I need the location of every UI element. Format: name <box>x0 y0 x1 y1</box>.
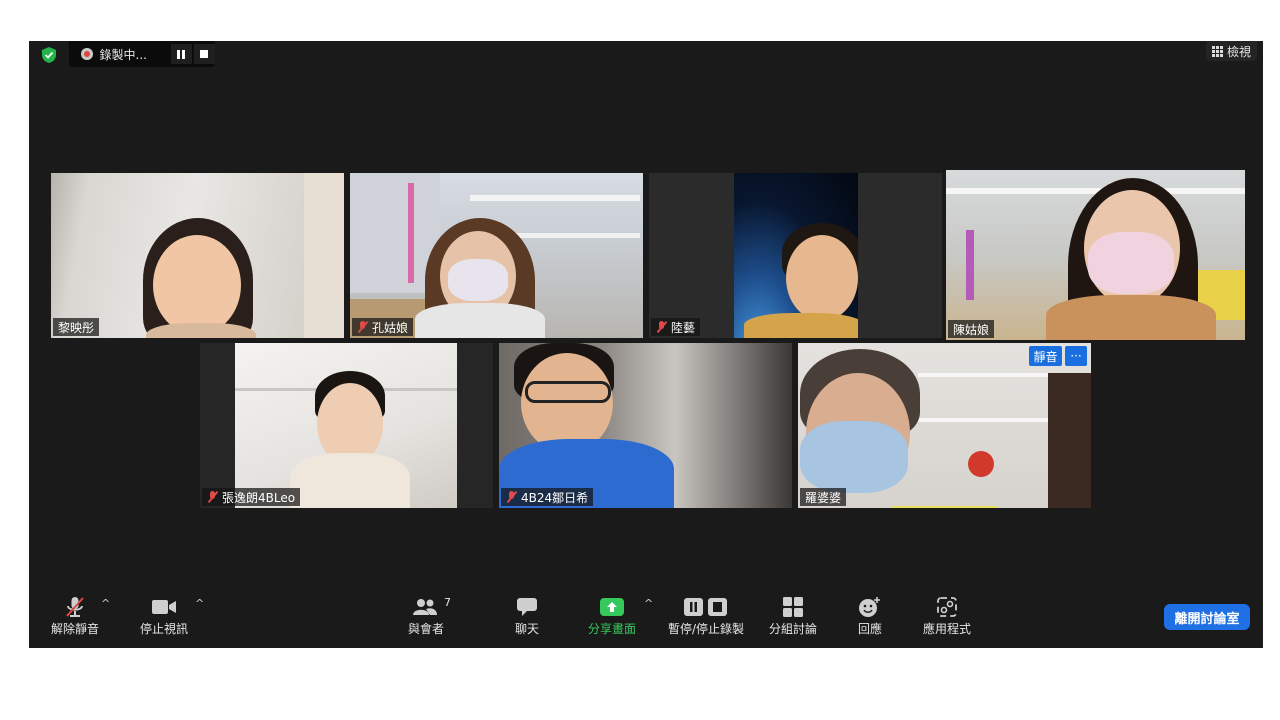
breakout-rooms-button[interactable]: 分組討論 <box>769 594 817 637</box>
apps-label: 應用程式 <box>923 622 972 636</box>
participants-button[interactable]: 7 與會者 <box>408 594 451 637</box>
pause-stop-recording-label: 暫停/停止錄製 <box>668 622 745 636</box>
breakout-rooms-label: 分組討論 <box>769 622 818 636</box>
mic-muted-icon <box>656 321 667 333</box>
share-screen-label: 分享畫面 <box>588 622 637 636</box>
zoom-meeting-window: 錄製中... 檢視 黎映彤 孔姑娘 陸藝 陳姑娘 張逸朗4BLeo 4B24鄒日… <box>29 41 1263 648</box>
view-label: 檢視 <box>1226 44 1251 59</box>
participant-name: 4B24鄒日希 <box>521 490 589 505</box>
video-tile-participant-6[interactable]: 4B24鄒日希 <box>499 343 792 508</box>
participant-name: 張逸朗4BLeo <box>222 490 296 505</box>
mute-participant-button[interactable]: 靜音 <box>1029 346 1062 366</box>
participant-video <box>51 173 344 338</box>
share-options-caret-icon[interactable]: ^ <box>644 597 653 610</box>
mic-muted-icon <box>357 321 368 333</box>
chat-bubble-icon <box>516 594 538 620</box>
unmute-label: 解除靜音 <box>51 622 100 636</box>
participant-video <box>499 343 792 508</box>
participant-video <box>798 343 1091 508</box>
video-tile-participant-3[interactable]: 陸藝 <box>649 173 942 338</box>
participant-name-tag: 黎映彤 <box>53 318 100 336</box>
participant-video <box>734 173 858 338</box>
stop-recording-icon[interactable] <box>193 44 215 64</box>
participant-name-tag: 羅婆婆 <box>800 488 847 506</box>
participant-video <box>946 170 1245 340</box>
video-tile-participant-7[interactable]: 靜音 ··· 羅婆婆 <box>798 343 1091 508</box>
participant-name-tag: 張逸朗4BLeo <box>202 488 301 506</box>
stop-video-button[interactable]: 停止視訊 <box>140 594 188 637</box>
participant-name-tag: 陸藝 <box>651 318 701 336</box>
audio-options-caret-icon[interactable]: ^ <box>101 597 110 610</box>
smiley-icon <box>858 594 882 620</box>
video-camera-icon <box>151 594 177 620</box>
participants-label: 與會者 <box>408 622 445 636</box>
participant-video <box>350 173 643 338</box>
video-tile-participant-2[interactable]: 孔姑娘 <box>350 173 643 338</box>
participant-name: 陸藝 <box>671 320 696 335</box>
pause-stop-recording-button[interactable]: 暫停/停止錄製 <box>668 594 744 637</box>
leave-breakout-room-button[interactable]: 離開討論室 <box>1164 604 1250 630</box>
reactions-button[interactable]: 回應 <box>858 594 882 637</box>
chat-label: 聊天 <box>515 622 540 636</box>
mic-muted-icon <box>207 491 218 503</box>
share-screen-button[interactable]: 分享畫面 <box>588 594 636 637</box>
participant-name: 孔姑娘 <box>372 320 409 335</box>
recording-label: 錄製中... <box>99 47 147 62</box>
participant-video <box>235 343 457 508</box>
mic-muted-icon <box>63 594 87 620</box>
breakout-rooms-icon <box>782 594 804 620</box>
view-button[interactable]: 檢視 <box>1205 41 1257 61</box>
apps-button[interactable]: 應用程式 <box>923 594 971 637</box>
recording-indicator: 錄製中... <box>69 41 215 67</box>
participant-name: 羅婆婆 <box>805 490 842 505</box>
stop-video-label: 停止視訊 <box>140 622 189 636</box>
video-tile-participant-4-active-speaker[interactable]: 陳姑娘 <box>946 170 1245 340</box>
grid-view-icon <box>1211 45 1223 57</box>
participant-name: 陳姑娘 <box>953 322 990 337</box>
recording-dot-icon <box>81 48 93 60</box>
share-screen-icon <box>600 594 624 620</box>
security-shield-icon[interactable] <box>39 45 59 65</box>
participant-name: 黎映彤 <box>58 320 95 335</box>
mic-muted-icon <box>506 491 517 503</box>
video-tile-participant-1[interactable]: 黎映彤 <box>51 173 344 338</box>
video-options-caret-icon[interactable]: ^ <box>195 597 204 610</box>
reactions-label: 回應 <box>858 622 883 636</box>
pause-recording-icon[interactable] <box>170 44 192 64</box>
participant-name-tag: 孔姑娘 <box>352 318 414 336</box>
more-options-button[interactable]: ··· <box>1065 346 1087 366</box>
pause-stop-recording-icon <box>683 594 729 620</box>
apps-icon <box>936 594 958 620</box>
participant-count: 7 <box>444 596 451 609</box>
participant-name-tag: 4B24鄒日希 <box>501 488 594 506</box>
participant-name-tag: 陳姑娘 <box>948 320 995 338</box>
unmute-button[interactable]: 解除靜音 <box>51 594 99 637</box>
video-tile-participant-5[interactable]: 張逸朗4BLeo <box>200 343 493 508</box>
participants-icon: 7 <box>413 594 451 620</box>
chat-button[interactable]: 聊天 <box>515 594 539 637</box>
meeting-toolbar: 解除靜音 ^ 停止視訊 ^ 7 與會者 聊天 分享畫面 ^ 暫停/停止錄製 分組… <box>29 592 1263 648</box>
